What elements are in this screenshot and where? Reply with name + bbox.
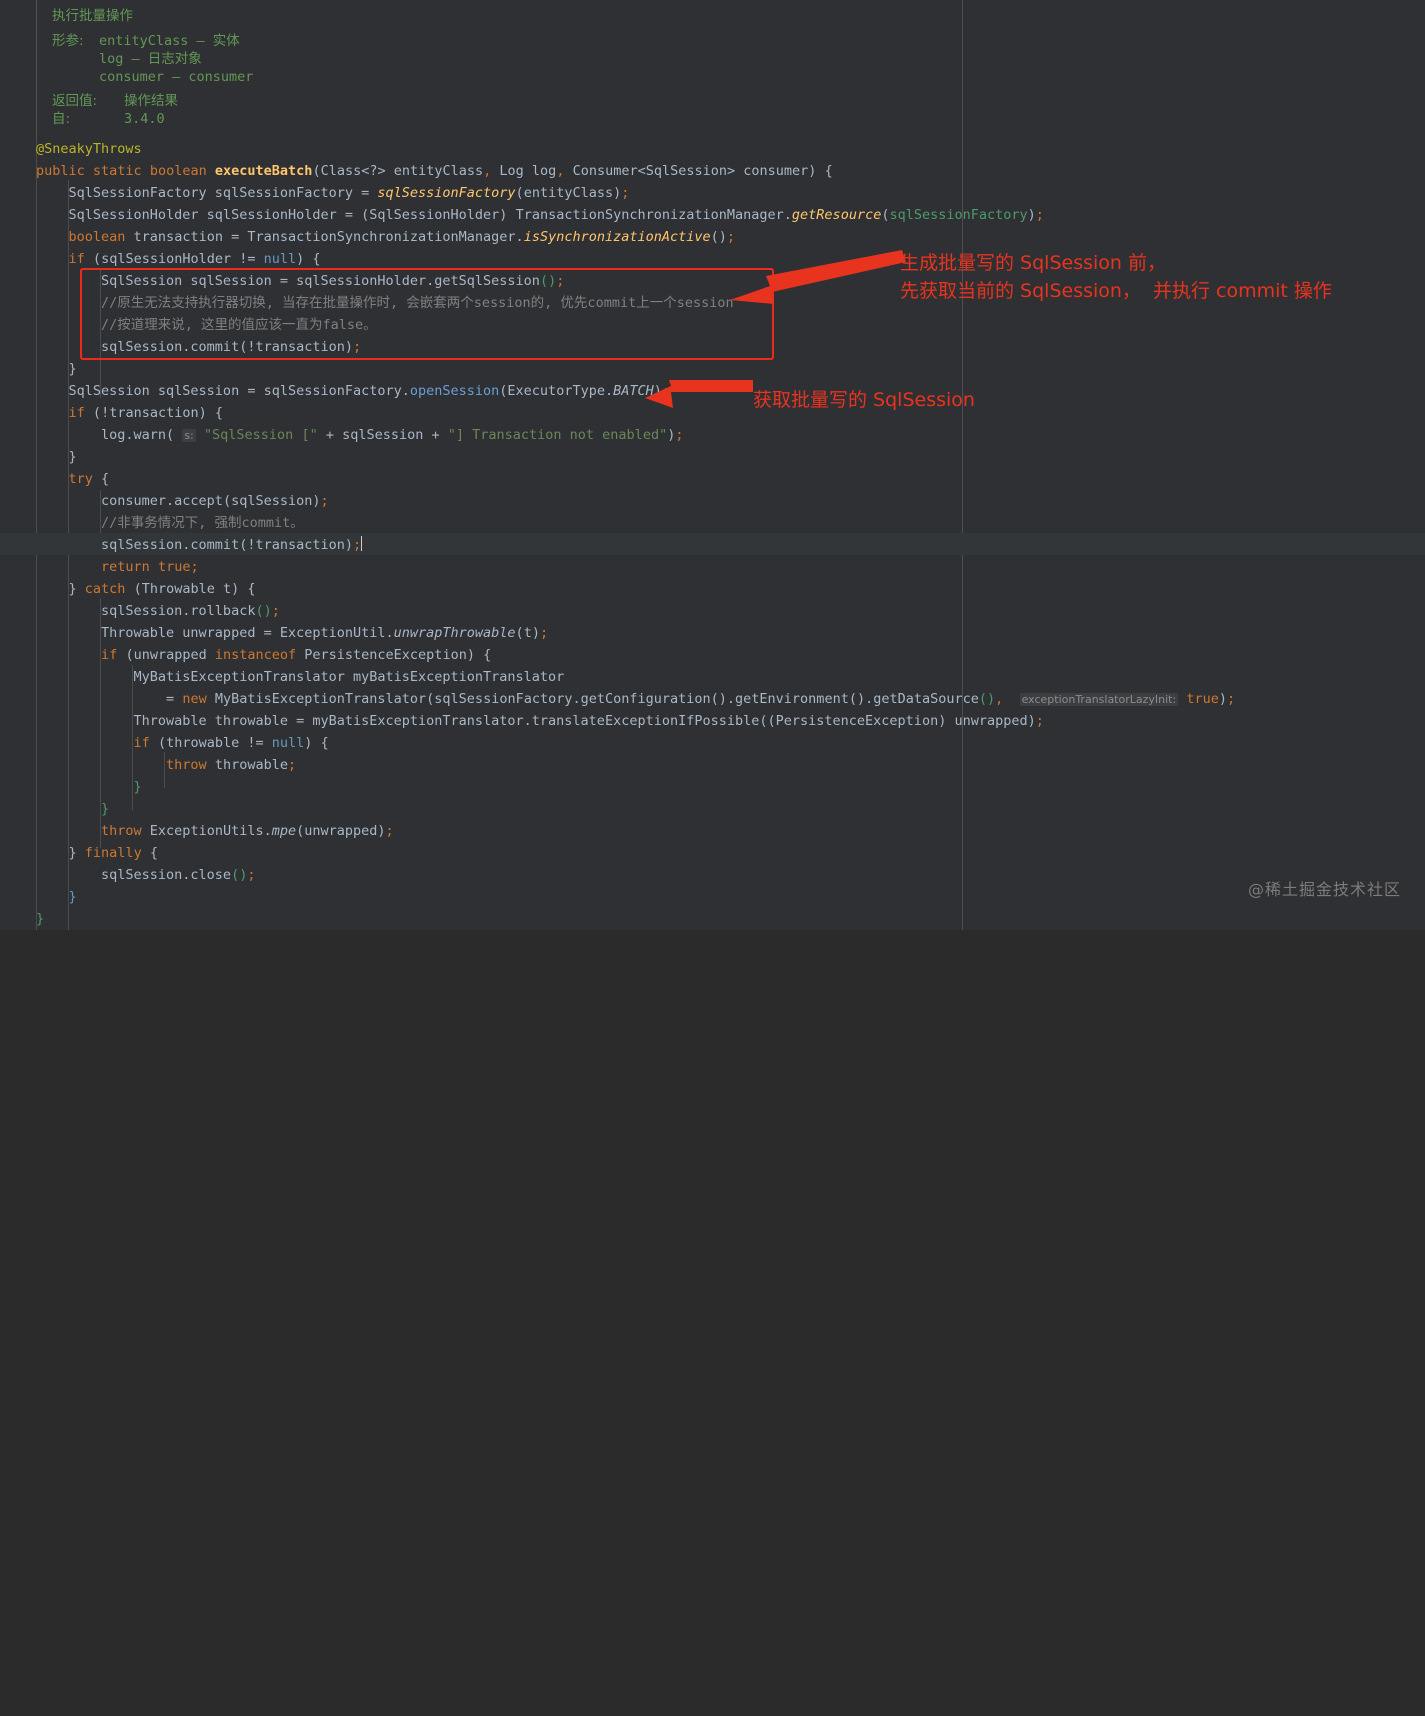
code-line-close-session: sqlSession.close(); [36,867,256,883]
code-line-catch: } catch (Throwable t) { [68,581,256,597]
param-hint-lazyinit: exceptionTranslatorLazyInit: [1019,693,1179,706]
code-line-try: try { [68,471,110,487]
code-line-unwrap: Throwable unwrapped = ExceptionUtil.unwr… [36,625,549,641]
code-line-throw-throwable: throw throwable; [166,757,297,773]
code-line-if-throwable: if (throwable != null) { [133,735,329,751]
code-line-return-true: return true; [101,559,199,575]
code-line-if-holder: if (sqlSessionHolder != null) { [68,251,321,267]
code-line-rollback: sqlSession.rollback(); [36,603,280,619]
code-line-commit-2: sqlSession.commit(!transaction); [36,536,363,553]
code-line-commit-1: sqlSession.commit(!transaction); [36,339,362,355]
code-editor[interactable]: 执行批量操作 形参: entityClass – 实体 log – 日志对象 c… [0,0,1425,930]
annotation-open-session-note: 获取批量写的 SqlSession [753,389,975,411]
annotation-commit-note-line1: 生成批量写的 SqlSession 前， [900,252,1166,274]
code-line-translator-decl: MyBatisExceptionTranslator myBatisExcept… [36,669,565,685]
code-line-translate: Throwable throwable = myBatisExceptionTr… [36,713,1044,729]
text-caret [361,536,363,551]
code-line-close-if: } [68,361,77,377]
code-line-close-try: } [68,889,77,905]
code-line-annotation: @SneakyThrows [36,141,142,157]
watermark: @稀土掘金技术社区 [1247,880,1401,899]
param-hint-s: s: [182,429,196,442]
code-line-close-if-2: } [68,449,77,465]
code-line-transaction: boolean transaction = TransactionSynchro… [68,229,736,245]
code-body[interactable]: @SneakyThrows public static boolean exec… [0,0,1425,1716]
code-line-open-session: SqlSession sqlSession = sqlSessionFactor… [36,383,671,399]
code-line-finally: } finally { [68,845,158,861]
code-line-close-if-3: } [133,779,142,795]
code-line-throw-mpe: throw ExceptionUtils.mpe(unwrapped); [101,823,394,839]
code-line-if-not-transaction: if (!transaction) { [68,405,224,421]
code-line-signature: public static boolean executeBatch(Class… [36,163,833,179]
code-line-if-instanceof: if (unwrapped instanceof PersistenceExce… [101,647,492,663]
code-line-log-warn: log.warn( s: "SqlSession [" + sqlSession… [36,427,684,443]
annotation-commit-note-line2: 先获取当前的 SqlSession， 并执行 commit 操作 [900,280,1332,302]
code-line-comment-2: //按道理来说, 这里的值应该一直为false。 [36,317,377,333]
code-line-consumer-accept: consumer.accept(sqlSession); [36,493,329,509]
code-line-close-method: } [36,911,45,927]
code-line-close-if-4: } [101,801,110,817]
code-line-factory: SqlSessionFactory sqlSessionFactory = sq… [36,185,630,201]
code-line-comment-3: //非事务情况下, 强制commit。 [36,515,304,531]
code-line-translator-new: = new MyBatisExceptionTranslator(sqlSess… [36,691,1236,707]
code-line-holder: SqlSessionHolder sqlSessionHolder = (Sql… [36,207,1044,223]
